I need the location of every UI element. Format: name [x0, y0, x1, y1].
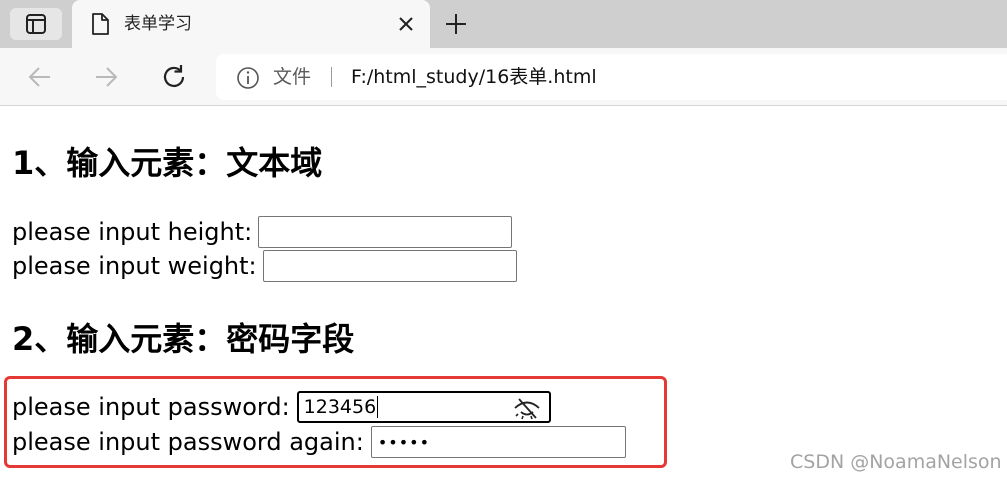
password-again-mask: ••••• [377, 432, 431, 452]
back-button[interactable] [24, 61, 56, 93]
height-label: please input height: [12, 218, 253, 246]
password-label: please input password: [12, 393, 290, 421]
section2-heading: 2、输入元素：密码字段 [12, 320, 355, 358]
watermark: CSDN @NoamaNelson [790, 451, 1002, 473]
page-icon [92, 13, 109, 35]
height-input[interactable] [258, 216, 513, 248]
password-again-input[interactable]: ••••• [370, 426, 626, 458]
password-row: please input password: 123456 [12, 391, 551, 423]
page-content: 1、输入元素：文本域 please input height: please i… [0, 107, 1007, 486]
tab-actions-button[interactable] [10, 8, 62, 40]
password-value: 123456 [303, 396, 377, 418]
tab-title: 表单学习 [124, 14, 192, 34]
plus-icon [446, 14, 466, 34]
active-tab[interactable]: 表单学习 [72, 0, 430, 48]
forward-button[interactable] [90, 61, 122, 93]
info-icon[interactable] [236, 66, 260, 90]
section1-heading: 1、输入元素：文本域 [12, 144, 323, 182]
url-text[interactable]: F:/html_study/16表单.html [351, 65, 597, 89]
new-tab-button[interactable] [442, 10, 470, 38]
address-bar[interactable]: 文件 F:/html_study/16表单.html [216, 54, 1007, 100]
password-input[interactable]: 123456 [296, 391, 551, 423]
scheme-label: 文件 [273, 66, 312, 88]
weight-label: please input weight: [12, 252, 257, 280]
password-again-label: please input password again: [12, 428, 364, 456]
weight-input[interactable] [262, 250, 517, 282]
reload-button[interactable] [158, 61, 190, 93]
password-again-row: please input password again: ••••• [12, 426, 626, 458]
tab-close-button[interactable] [394, 12, 418, 36]
eye-slash-icon[interactable] [513, 396, 541, 420]
weight-row: please input weight: [12, 250, 517, 282]
reload-icon [163, 65, 185, 87]
tab-actions-icon [26, 14, 46, 34]
browser-toolbar: 文件 F:/html_study/16表单.html [0, 48, 1007, 106]
height-row: please input height: [12, 216, 513, 248]
close-icon [399, 17, 413, 31]
text-caret [377, 396, 379, 418]
address-separator [331, 67, 332, 87]
forward-arrow-icon [96, 67, 118, 87]
back-arrow-icon [28, 67, 50, 87]
tab-strip: 表单学习 [0, 0, 1007, 48]
